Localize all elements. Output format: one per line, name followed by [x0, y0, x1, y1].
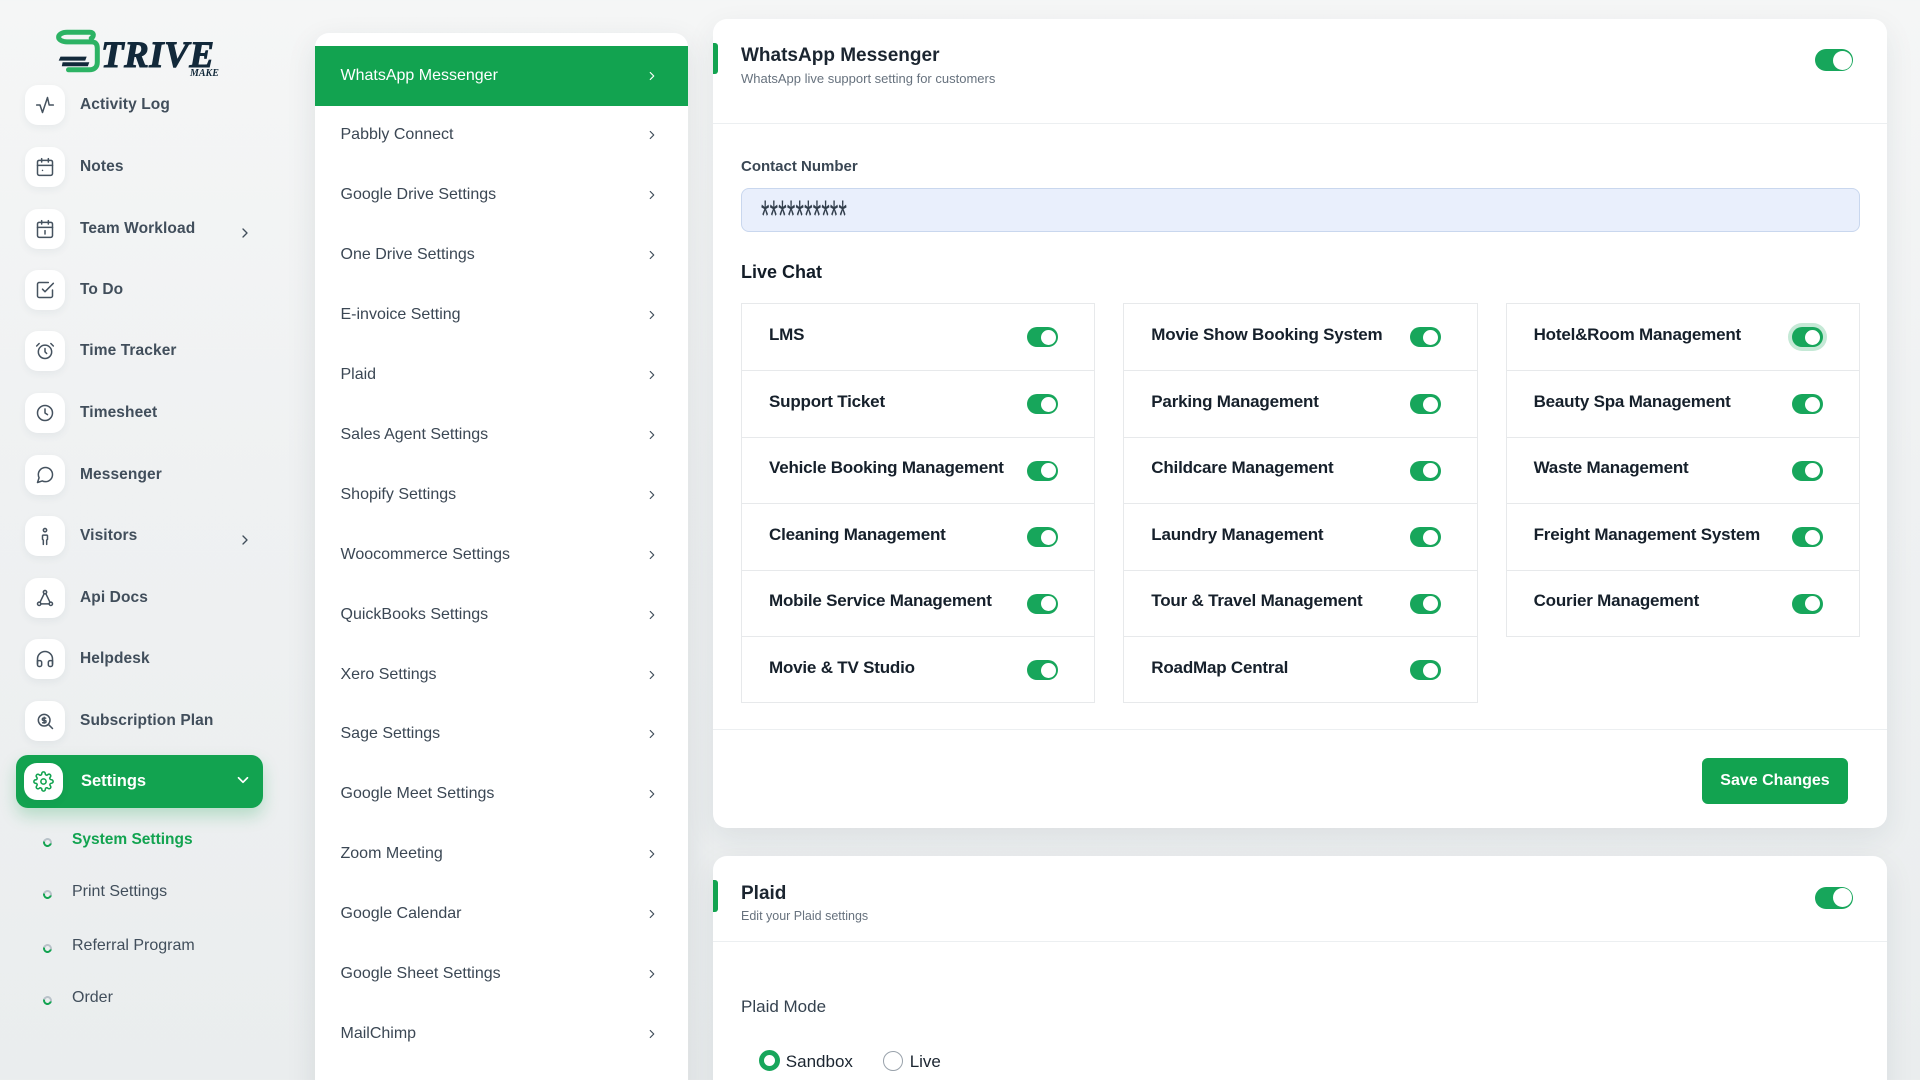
svg-text:MAKE: MAKE: [189, 68, 219, 79]
